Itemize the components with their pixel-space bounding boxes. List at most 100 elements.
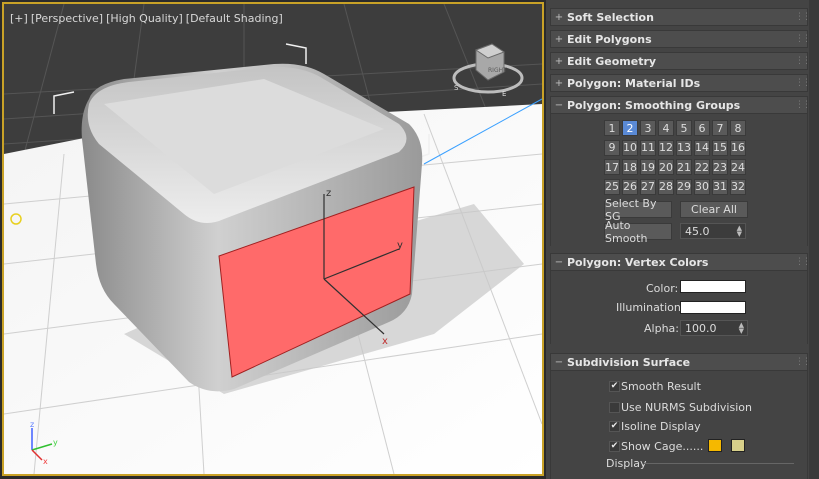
rollout-edit-geometry[interactable]: + Edit Geometry ⋮⋮ (550, 52, 811, 70)
viewport-menu-plus[interactable]: [+] (10, 12, 28, 25)
axis-tripod-icon: z y x (30, 420, 58, 464)
smoothing-group-button[interactable]: 11 (640, 139, 656, 156)
rollout-title: Polygon: Vertex Colors (567, 255, 709, 269)
spinner-arrows-icon[interactable]: ▲ ▼ (737, 225, 742, 238)
isoline-display-label: Isoline Display (621, 420, 701, 433)
smoothing-group-button[interactable]: 10 (622, 139, 638, 156)
rollout-material-ids[interactable]: + Polygon: Material IDs ⋮⋮ (550, 74, 811, 92)
rollout-title: Edit Polygons (567, 32, 652, 46)
grip-icon[interactable]: ⋮⋮ (795, 100, 811, 110)
viewport-menu-shading[interactable]: [Default Shading] (186, 12, 283, 25)
auto-smooth-threshold-spinner[interactable]: 45.0 ▲ ▼ (680, 223, 746, 239)
expand-icon: + (554, 11, 564, 23)
smoothing-group-button[interactable]: 23 (712, 159, 728, 175)
smooth-result-checkbox[interactable]: ✔ (609, 381, 620, 392)
expand-icon: + (554, 33, 564, 45)
select-by-sg-button[interactable]: Select By SG (604, 197, 672, 223)
collapse-icon: − (554, 256, 564, 268)
smoothing-group-button[interactable]: 22 (694, 159, 710, 175)
grip-icon[interactable]: ⋮⋮ (795, 56, 811, 66)
smoothing-group-button[interactable]: 16 (730, 139, 746, 156)
smoothing-group-button[interactable]: 8 (730, 120, 746, 136)
viewcube-icon[interactable]: RIGHT S E (450, 38, 530, 100)
viewport-menu-view[interactable]: [Perspective] (31, 12, 103, 25)
rollout-title: Edit Geometry (567, 54, 657, 68)
smoothing-group-button[interactable]: 31 (712, 178, 728, 195)
use-nurms-checkbox[interactable] (609, 402, 620, 413)
viewport-label[interactable]: [+] [Perspective] [High Quality] [Default S… (10, 12, 286, 25)
alpha-value: 100.0 (685, 321, 717, 335)
color-swatch[interactable] (680, 280, 746, 293)
show-cage-label: Show Cage...... (621, 440, 704, 453)
rollout-title: Subdivision Surface (567, 355, 691, 369)
auto-smooth-button[interactable]: Auto Smooth (604, 219, 672, 245)
rollout-soft-selection[interactable]: + Soft Selection ⋮⋮ (550, 8, 811, 26)
viewport-menu-quality[interactable]: [High Quality] (106, 12, 183, 25)
smoothing-group-button[interactable]: 26 (622, 178, 638, 195)
grip-icon[interactable]: ⋮⋮ (795, 12, 811, 22)
expand-icon: + (554, 77, 564, 89)
smoothing-group-button[interactable]: 12 (658, 139, 674, 156)
grip-icon[interactable]: ⋮⋮ (795, 357, 811, 367)
cage-color-swatch-2[interactable] (731, 439, 745, 452)
grip-icon[interactable]: ⋮⋮ (795, 257, 811, 267)
rollout-subdivision-surface[interactable]: − Subdivision Surface ⋮⋮ (550, 353, 811, 371)
smoothing-group-button[interactable]: 15 (712, 139, 728, 156)
smoothing-group-button[interactable]: 14 (694, 139, 710, 156)
smoothing-group-button[interactable]: 5 (676, 120, 692, 136)
clear-all-button[interactable]: Clear All (680, 201, 748, 218)
smoothing-group-button[interactable]: 28 (658, 178, 674, 195)
rollout-title: Soft Selection (567, 10, 654, 24)
rollout-title: Polygon: Material IDs (567, 76, 701, 90)
threshold-value: 45.0 (685, 224, 710, 238)
viewcube-face-label: RIGHT (488, 67, 507, 74)
smoothing-group-button[interactable]: 21 (676, 159, 692, 175)
panel-scrollbar[interactable] (809, 0, 819, 479)
isoline-display-checkbox[interactable]: ✔ (609, 421, 620, 432)
use-nurms-label: Use NURMS Subdivision (621, 401, 752, 414)
cage-color-swatch-1[interactable] (708, 439, 722, 452)
tripod-z-label: z (30, 420, 34, 429)
rollout-smoothing-groups[interactable]: − Polygon: Smoothing Groups ⋮⋮ (550, 96, 811, 114)
alpha-spinner[interactable]: 100.0 ▲ ▼ (680, 320, 748, 336)
smoothing-group-button[interactable]: 30 (694, 178, 710, 195)
smoothing-group-button[interactable]: 18 (622, 159, 638, 175)
smooth-result-label: Smooth Result (621, 380, 701, 393)
tripod-y-label: y (53, 438, 58, 447)
gizmo-z-label: z (326, 188, 331, 199)
spinner-arrows-icon[interactable]: ▲ ▼ (739, 322, 744, 335)
illumination-swatch[interactable] (680, 301, 746, 314)
rollout-title: Polygon: Smoothing Groups (567, 98, 741, 112)
smoothing-group-button[interactable]: 3 (640, 120, 656, 136)
rollout-vertex-colors[interactable]: − Polygon: Vertex Colors ⋮⋮ (550, 253, 811, 271)
display-group-label: Display (606, 457, 647, 470)
smoothing-group-button[interactable]: 1 (604, 120, 620, 136)
smoothing-group-button[interactable]: 6 (694, 120, 710, 136)
smoothing-group-button[interactable]: 19 (640, 159, 656, 175)
smoothing-group-button[interactable]: 29 (676, 178, 692, 195)
smoothing-group-button[interactable]: 4 (658, 120, 674, 136)
gizmo-y-label: y (397, 240, 403, 251)
smoothing-group-button[interactable]: 17 (604, 159, 620, 175)
smoothing-group-button[interactable]: 9 (604, 139, 620, 156)
smoothing-group-button[interactable]: 2 (622, 120, 638, 136)
rollout-edit-polygons[interactable]: + Edit Polygons ⋮⋮ (550, 30, 811, 48)
perspective-viewport[interactable]: z y x [+] [Perspective] [High Quality] [Def… (2, 2, 544, 476)
group-divider (644, 463, 794, 464)
smoothing-group-button[interactable]: 32 (730, 178, 746, 195)
grip-icon[interactable]: ⋮⋮ (795, 78, 811, 88)
smoothing-group-button[interactable]: 7 (712, 120, 728, 136)
smoothing-group-button[interactable]: 25 (604, 178, 620, 195)
show-cage-checkbox[interactable]: ✔ (609, 441, 620, 452)
smoothing-group-button[interactable]: 20 (658, 159, 674, 175)
smoothing-group-button[interactable]: 13 (676, 139, 692, 156)
command-panel: + Soft Selection ⋮⋮ + Edit Polygons ⋮⋮ +… (546, 0, 819, 479)
grip-icon[interactable]: ⋮⋮ (795, 34, 811, 44)
smoothing-group-button[interactable]: 24 (730, 159, 746, 175)
viewcube-compass-s: S (454, 84, 459, 92)
tripod-x-label: x (43, 457, 48, 464)
smoothing-group-button[interactable]: 27 (640, 178, 656, 195)
viewcube-compass-e: E (502, 90, 506, 98)
expand-icon: + (554, 55, 564, 67)
alpha-label: Alpha: (644, 322, 679, 335)
